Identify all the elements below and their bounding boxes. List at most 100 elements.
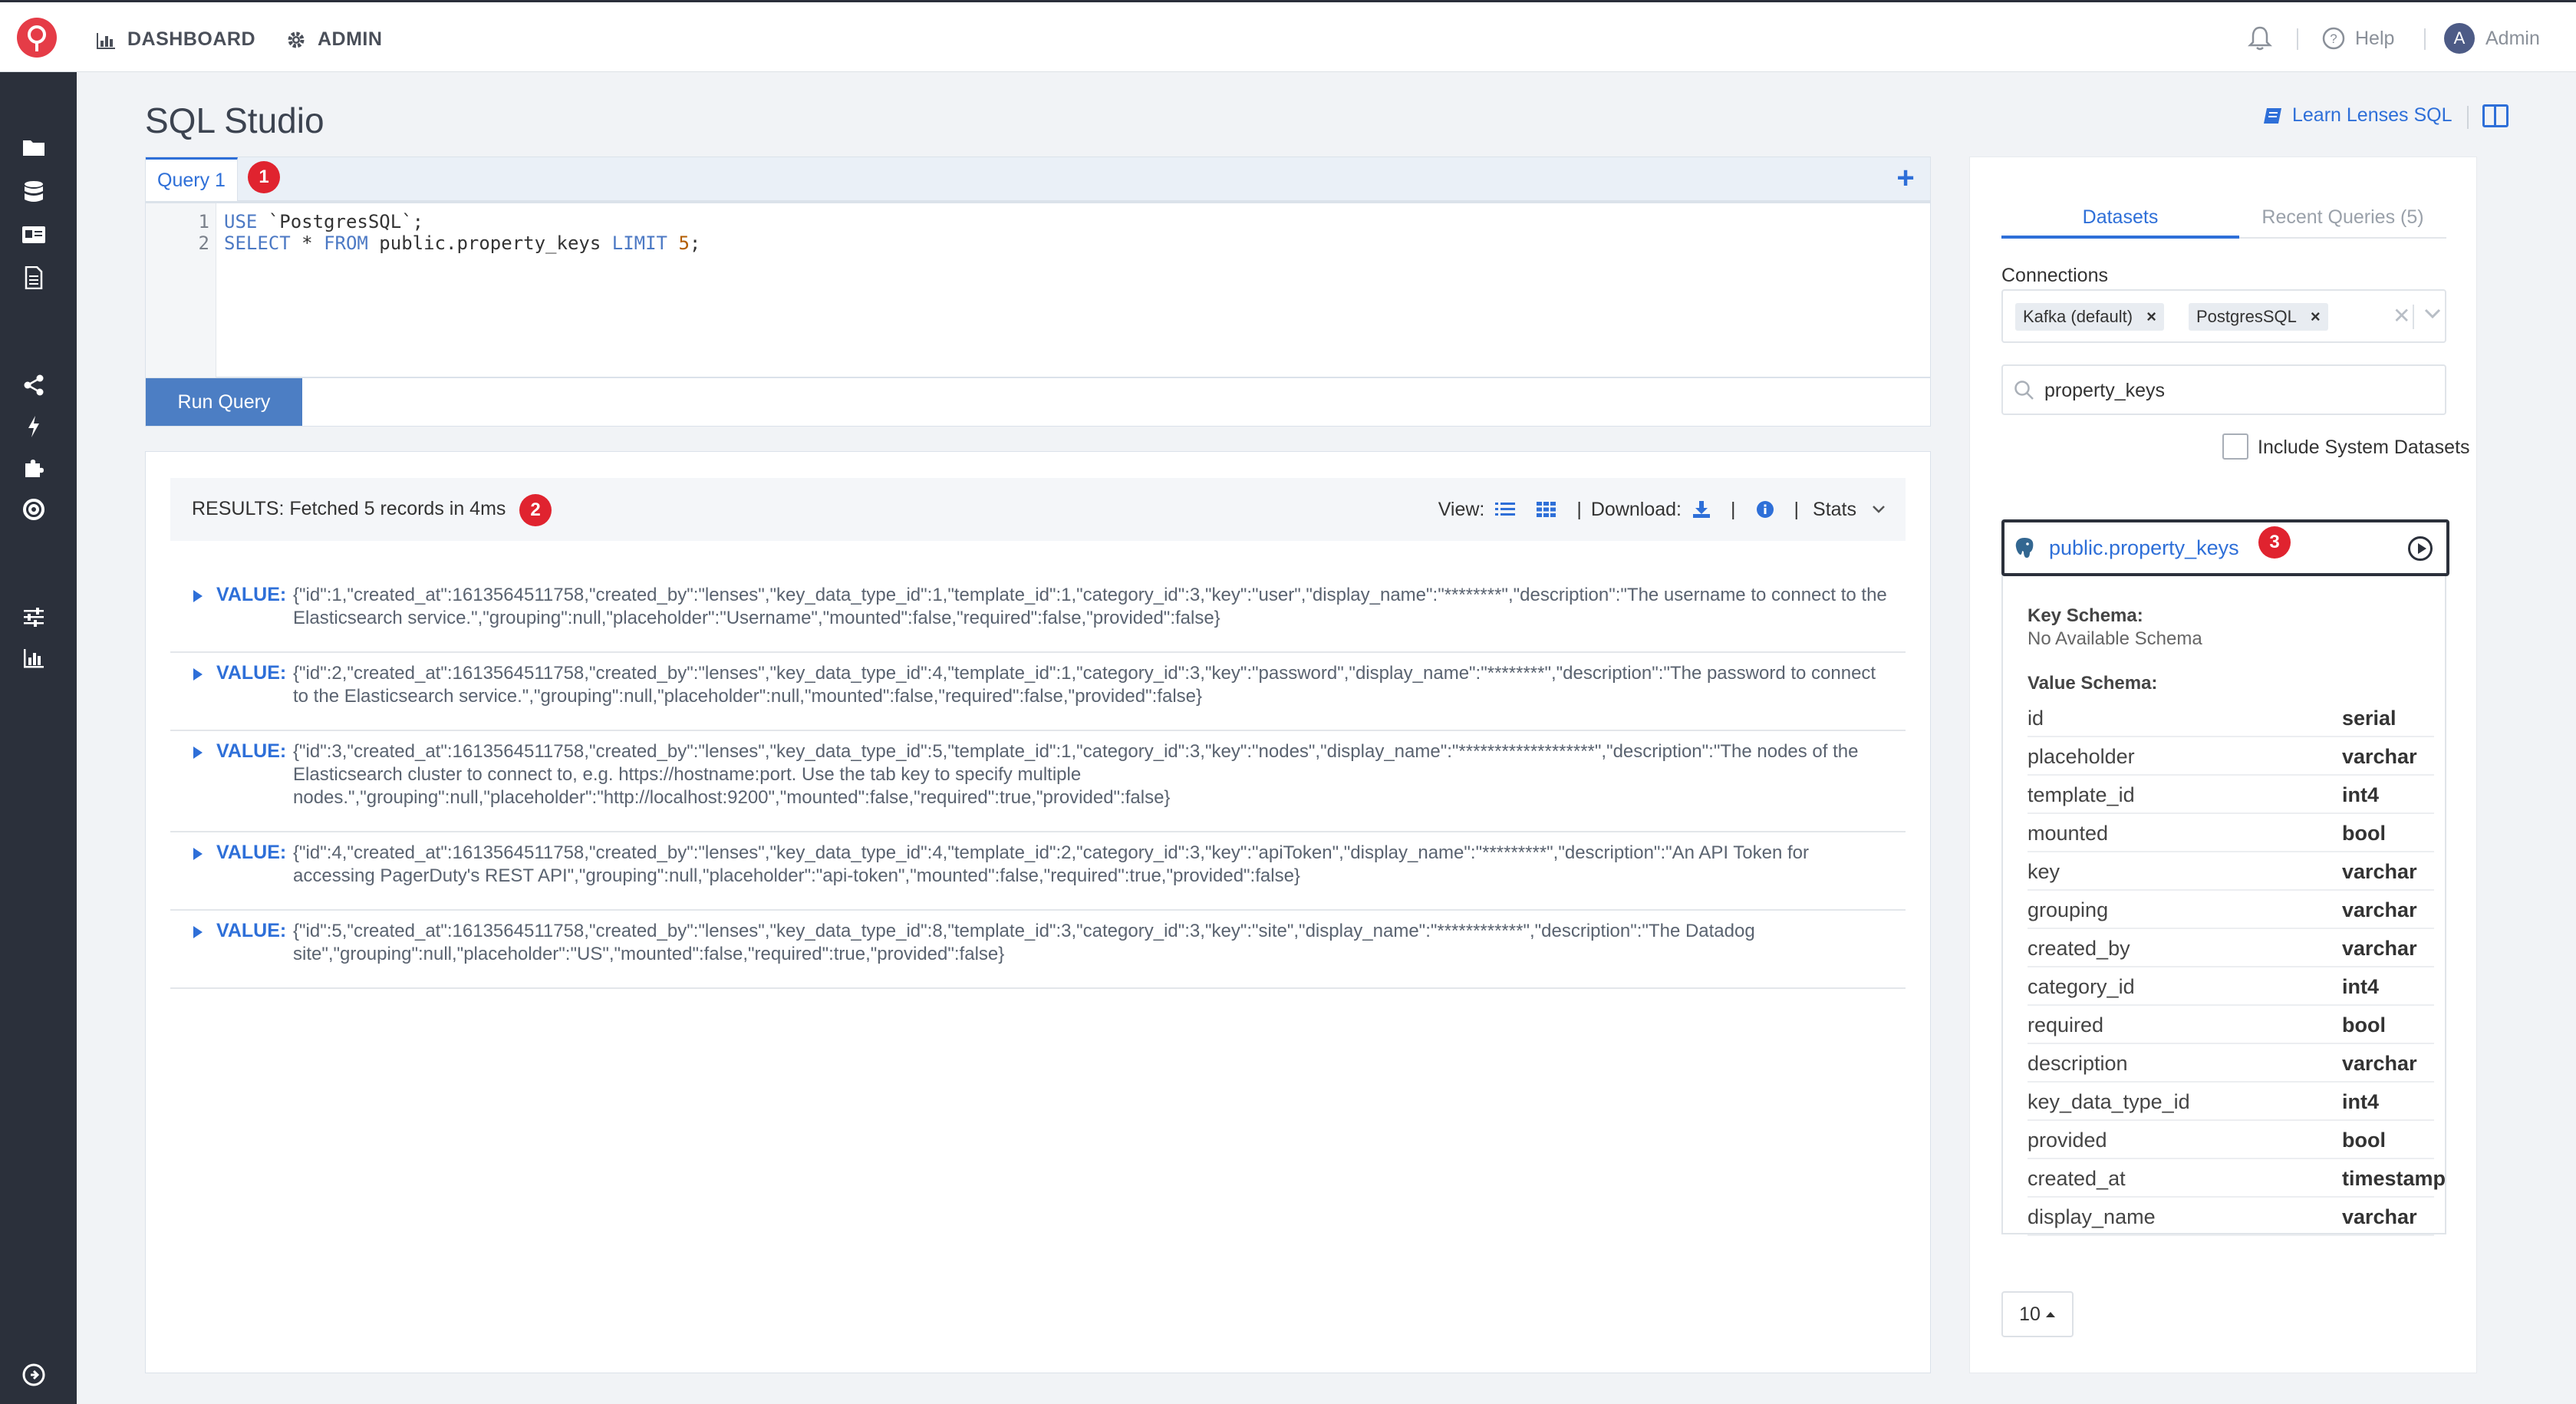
line-number-gutter: 1 2 bbox=[146, 203, 216, 377]
field-name: placeholder bbox=[2028, 745, 2135, 768]
value-label: VALUE: bbox=[216, 584, 287, 605]
puzzle-icon[interactable] bbox=[20, 454, 48, 482]
schema-field-row: placeholder varchar bbox=[2028, 737, 2434, 776]
field-type: varchar bbox=[2342, 937, 2417, 960]
field-type: int4 bbox=[2342, 1090, 2380, 1113]
chevron-down-icon[interactable] bbox=[2423, 305, 2442, 323]
annotation-badge: 2 bbox=[519, 494, 552, 526]
result-row[interactable]: VALUE: {"id":2,"created_at":161356451175… bbox=[170, 661, 1906, 731]
field-type: serial bbox=[2342, 707, 2396, 730]
schema-field-row: key varchar bbox=[2028, 852, 2434, 891]
field-type: int4 bbox=[2342, 783, 2380, 806]
field-type: bool bbox=[2342, 1129, 2386, 1152]
download-label: Download: bbox=[1590, 498, 1682, 520]
database-icon[interactable] bbox=[20, 178, 48, 206]
document-icon[interactable] bbox=[20, 264, 48, 292]
result-row[interactable]: VALUE: {"id":4,"created_at":161356451175… bbox=[170, 840, 1906, 911]
result-row[interactable]: VALUE: {"id":3,"created_at":161356451175… bbox=[170, 739, 1906, 832]
connection-chip: PostgresSQL × bbox=[2189, 303, 2328, 331]
search-value: property_keys bbox=[2044, 380, 2166, 401]
schema-field-row: id serial bbox=[2028, 699, 2434, 737]
page-size-selector[interactable]: 10 bbox=[2001, 1291, 2074, 1337]
field-type: varchar bbox=[2342, 860, 2417, 883]
learn-lenses-sql-link[interactable]: Learn Lenses SQL bbox=[2263, 104, 2452, 127]
dataset-header[interactable]: public.property_keys bbox=[2001, 519, 2449, 576]
lenses-logo-icon[interactable] bbox=[17, 18, 57, 58]
list-view-icon[interactable] bbox=[1495, 501, 1516, 518]
nav-dashboard[interactable]: DASHBOARD bbox=[95, 25, 255, 53]
folder-icon[interactable] bbox=[20, 133, 48, 161]
schema-field-row: key_data_type_id int4 bbox=[2028, 1083, 2434, 1121]
user-menu[interactable]: A Admin bbox=[2444, 21, 2540, 56]
split-layout-icon[interactable] bbox=[2482, 104, 2508, 127]
notifications-bell-icon[interactable] bbox=[2248, 21, 2272, 56]
key-schema-value: No Available Schema bbox=[2028, 628, 2202, 649]
value-json: {"id":5,"created_at":1613564511758,"crea… bbox=[293, 921, 1755, 964]
tab-recent-queries[interactable]: Recent Queries (5) bbox=[2239, 197, 2446, 237]
nav-admin[interactable]: ADMIN bbox=[285, 25, 382, 53]
sidebar bbox=[0, 72, 77, 1404]
chip-label: Kafka (default) bbox=[2023, 307, 2133, 326]
view-label: View: bbox=[1438, 498, 1485, 520]
query-tab-bar: Query 1 bbox=[145, 157, 1931, 202]
results-panel: RESULTS: Fetched 5 records in 4ms View: … bbox=[145, 451, 1931, 1373]
tab-query-1[interactable]: Query 1 bbox=[146, 157, 238, 202]
avatar: A bbox=[2444, 23, 2475, 54]
bar-chart-icon[interactable] bbox=[20, 644, 48, 672]
clear-selection-icon[interactable]: ✕ bbox=[2393, 303, 2410, 328]
schema-field-row: category_id int4 bbox=[2028, 967, 2434, 1006]
include-system-checkbox[interactable] bbox=[2222, 433, 2248, 460]
dataset-name-link[interactable]: public.property_keys bbox=[2049, 536, 2239, 560]
dataset-search-input[interactable]: property_keys bbox=[2001, 364, 2446, 415]
expand-triangle-icon[interactable] bbox=[193, 926, 203, 938]
field-name: provided bbox=[2028, 1129, 2107, 1152]
connection-chip: Kafka (default) × bbox=[2015, 303, 2164, 331]
results-summary: RESULTS: Fetched 5 records in 4ms bbox=[192, 498, 506, 519]
value-label: VALUE: bbox=[216, 662, 287, 684]
expand-triangle-icon[interactable] bbox=[193, 746, 203, 759]
value-schema-label: Value Schema: bbox=[2028, 673, 2158, 694]
field-name: created_at bbox=[2028, 1167, 2126, 1190]
page-title: SQL Studio bbox=[145, 101, 324, 140]
download-icon[interactable] bbox=[1692, 500, 1711, 519]
result-row[interactable]: VALUE: {"id":1,"created_at":161356451175… bbox=[170, 582, 1906, 653]
results-header: RESULTS: Fetched 5 records in 4ms View: … bbox=[170, 478, 1906, 541]
tab-datasets[interactable]: Datasets bbox=[2001, 197, 2239, 237]
page-size-value: 10 bbox=[2019, 1303, 2041, 1325]
nav-dashboard-label: DASHBOARD bbox=[127, 28, 255, 50]
id-card-icon[interactable] bbox=[20, 221, 48, 249]
expand-triangle-icon[interactable] bbox=[193, 848, 203, 860]
help-circle-icon: ? bbox=[2322, 27, 2345, 50]
value-json: {"id":2,"created_at":1613564511758,"crea… bbox=[293, 663, 1876, 707]
sliders-icon[interactable] bbox=[20, 603, 48, 631]
help-link[interactable]: ? Help bbox=[2321, 21, 2394, 56]
add-query-tab-button[interactable]: + bbox=[1892, 161, 1919, 195]
grid-view-icon[interactable] bbox=[1537, 501, 1556, 518]
run-query-button[interactable]: Run Query bbox=[146, 378, 302, 426]
remove-chip-icon[interactable]: × bbox=[2146, 307, 2156, 327]
field-type: varchar bbox=[2342, 1052, 2417, 1075]
top-navbar: DASHBOARD ADMIN ? Help A Admin bbox=[0, 0, 2576, 72]
field-name: template_id bbox=[2028, 783, 2135, 806]
value-json: {"id":4,"created_at":1613564511758,"crea… bbox=[293, 842, 1809, 886]
expand-triangle-icon[interactable] bbox=[193, 668, 203, 681]
nav-admin-label: ADMIN bbox=[318, 28, 383, 50]
schema-field-row: provided bool bbox=[2028, 1121, 2434, 1159]
key-schema-label: Key Schema: bbox=[2028, 605, 2143, 626]
line-number: 2 bbox=[198, 232, 209, 254]
at-sign-icon[interactable] bbox=[20, 496, 48, 523]
lightning-icon[interactable] bbox=[20, 413, 48, 440]
info-icon[interactable] bbox=[1756, 500, 1774, 519]
collapse-arrow-icon[interactable] bbox=[20, 1361, 48, 1389]
stats-dropdown[interactable]: Stats bbox=[1813, 499, 1886, 521]
schema-field-row: template_id int4 bbox=[2028, 776, 2434, 814]
share-nodes-icon[interactable] bbox=[20, 371, 48, 399]
result-row[interactable]: VALUE: {"id":5,"created_at":161356451175… bbox=[170, 918, 1906, 989]
sql-editor[interactable]: 1 2 USE `PostgresSQL`; SELECT * FROM pub… bbox=[145, 201, 1931, 377]
remove-chip-icon[interactable]: × bbox=[2311, 307, 2321, 327]
learn-link-label: Learn Lenses SQL bbox=[2292, 104, 2452, 126]
play-circle-icon[interactable] bbox=[2408, 536, 2433, 561]
connections-select[interactable]: Kafka (default) × PostgresSQL × ✕ bbox=[2001, 289, 2446, 343]
expand-triangle-icon[interactable] bbox=[193, 590, 203, 602]
field-type: timestamp bbox=[2342, 1167, 2446, 1190]
